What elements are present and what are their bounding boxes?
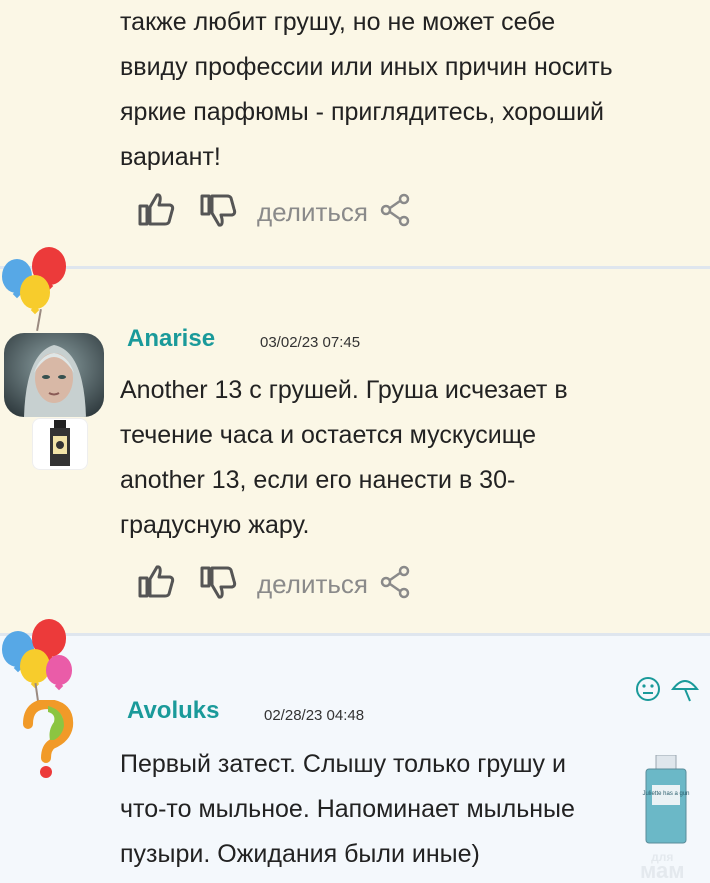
username[interactable]: Avoluks	[127, 697, 219, 725]
share-button[interactable]: делиться	[257, 197, 368, 228]
thumbs-up-icon[interactable]	[137, 564, 177, 605]
share-button[interactable]: делиться	[257, 569, 368, 600]
comment-text: Первый затест. Слышу только грушу и что-…	[120, 750, 575, 868]
perfume-thumbnail[interactable]: Juliette has a gun	[640, 754, 692, 847]
share-icon[interactable]	[380, 193, 410, 232]
question-avatar-icon[interactable]	[18, 698, 74, 780]
watermark: для мам	[640, 850, 685, 883]
neutral-face-icon[interactable]	[634, 675, 662, 708]
thumbs-up-icon[interactable]	[137, 192, 177, 233]
comment-text: Another 13 с грушей. Груша исчезает в те…	[120, 376, 568, 539]
comment-text: также любит грушу, но не может себе ввид…	[120, 8, 613, 171]
comment-date: 02/28/23 04:48	[264, 707, 365, 724]
perfume-thumbnail[interactable]	[32, 418, 88, 470]
thumbs-down-icon[interactable]	[199, 192, 239, 233]
divider	[0, 633, 710, 636]
comment-date: 03/02/23 07:45	[260, 334, 361, 351]
comment-top-icons	[634, 675, 700, 708]
avatar[interactable]	[4, 333, 104, 417]
divider	[0, 266, 710, 269]
balloons-decoration	[0, 245, 90, 335]
comment-actions: делиться	[137, 192, 410, 232]
bottle-label: Juliette has a gun	[642, 791, 689, 797]
comment-actions: делиться	[137, 564, 410, 604]
username[interactable]: Anarise	[127, 325, 215, 353]
share-icon[interactable]	[380, 565, 410, 604]
balloons-decoration	[0, 615, 90, 706]
umbrella-icon[interactable]	[670, 675, 700, 708]
thumbs-down-icon[interactable]	[199, 564, 239, 605]
